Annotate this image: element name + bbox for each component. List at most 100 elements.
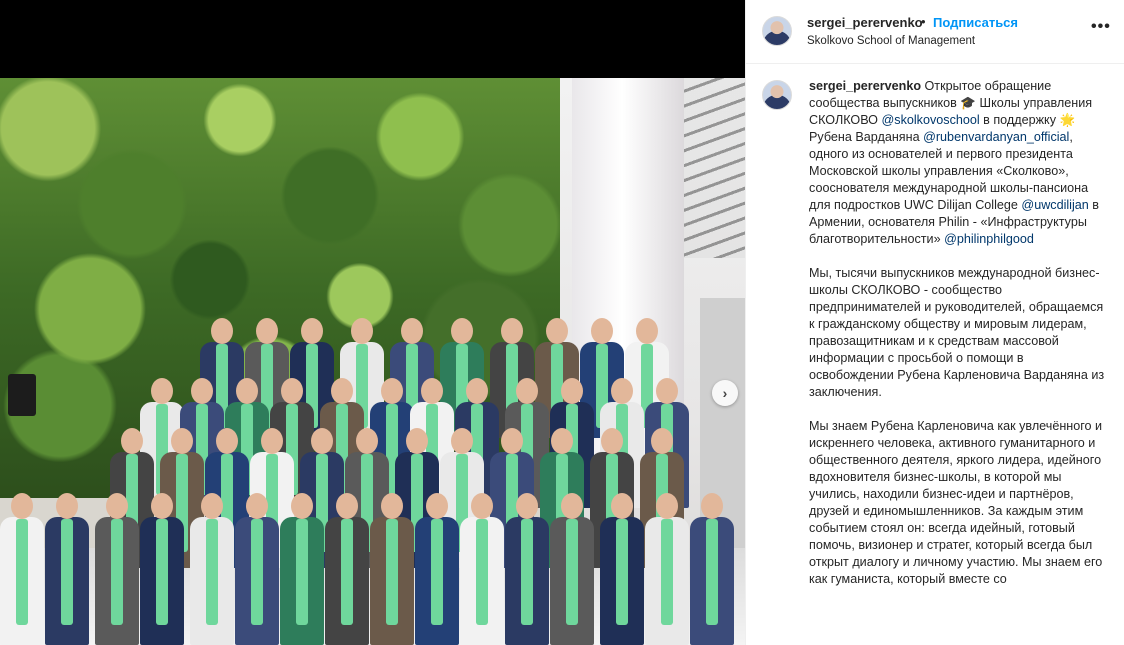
person-head — [701, 493, 723, 519]
person-head — [561, 378, 583, 404]
green-scarf — [251, 519, 263, 626]
mention-link[interactable]: @skolkovoschool — [881, 113, 979, 127]
person-head — [281, 378, 303, 404]
person-head — [561, 493, 583, 519]
mention-link[interactable]: @philinphilgood — [944, 232, 1034, 246]
green-scarf — [61, 519, 73, 626]
post-header: sergei_perervenko • Подписаться Skolkovo… — [746, 0, 1124, 64]
person-head — [151, 493, 173, 519]
person-head — [201, 493, 223, 519]
person-head — [256, 318, 278, 344]
mention-link[interactable]: @rubenvardanyan_official — [923, 130, 1069, 144]
person — [140, 493, 184, 645]
post-photo[interactable] — [0, 78, 745, 645]
person-head — [591, 318, 613, 344]
chevron-right-icon[interactable]: › — [712, 380, 738, 406]
person-head — [301, 318, 323, 344]
green-scarf — [111, 519, 123, 626]
person — [415, 493, 459, 645]
person — [280, 493, 324, 645]
caption-paragraph-1-body: Открытое обращение сообщества выпускнико… — [809, 79, 1099, 246]
person-head — [656, 378, 678, 404]
person-head — [406, 428, 428, 454]
person-head — [401, 318, 423, 344]
person — [325, 493, 369, 645]
person-head — [236, 378, 258, 404]
green-scarf — [206, 519, 218, 626]
separator-dot: • — [921, 14, 926, 29]
person-head — [551, 428, 573, 454]
person-head — [611, 378, 633, 404]
person-head — [216, 428, 238, 454]
green-scarf — [661, 519, 673, 626]
person-head — [466, 378, 488, 404]
person-head — [331, 378, 353, 404]
person — [235, 493, 279, 645]
person-head — [451, 428, 473, 454]
caption-text: sergei_perervenko Открытое обращение соо… — [809, 78, 1109, 605]
person — [370, 493, 414, 645]
green-scarf — [386, 519, 398, 626]
green-scarf — [156, 519, 168, 626]
person-head — [636, 318, 658, 344]
person-head — [421, 378, 443, 404]
green-scarf — [476, 519, 488, 626]
person-head — [246, 493, 268, 519]
person-head — [611, 493, 633, 519]
person-head — [211, 318, 233, 344]
post-side-panel: sergei_perervenko • Подписаться Skolkovo… — [745, 0, 1124, 645]
person-head — [601, 428, 623, 454]
person — [690, 493, 734, 645]
avatar[interactable] — [762, 16, 792, 46]
person — [505, 493, 549, 645]
green-scarf — [341, 519, 353, 626]
green-scarf — [521, 519, 533, 626]
person — [0, 493, 44, 645]
person-head — [381, 378, 403, 404]
caption-avatar[interactable] — [762, 80, 792, 110]
person-head — [261, 428, 283, 454]
photo-pane: › — [0, 0, 745, 645]
person-head — [56, 493, 78, 519]
person-head — [171, 428, 193, 454]
person-head — [501, 318, 523, 344]
person-head — [426, 493, 448, 519]
person — [600, 493, 644, 645]
green-scarf — [296, 519, 308, 626]
person-head — [516, 493, 538, 519]
person — [645, 493, 689, 645]
person-head — [11, 493, 33, 519]
person-head — [656, 493, 678, 519]
person — [45, 493, 89, 645]
caption-paragraph-3: Мы знаем Рубена Карленовича как увлечённ… — [809, 419, 1103, 586]
person-head — [151, 378, 173, 404]
person-head — [351, 318, 373, 344]
person-head — [311, 428, 333, 454]
person-head — [471, 493, 493, 519]
ceiling-slats — [675, 78, 745, 258]
follow-button[interactable]: Подписаться — [933, 15, 1018, 30]
person-head — [191, 378, 213, 404]
person-head — [516, 378, 538, 404]
more-horizontal-icon[interactable]: ••• — [1091, 18, 1111, 36]
caption-paragraph-1: sergei_perervenko Открытое обращение соо… — [809, 78, 1109, 248]
green-scarf — [431, 519, 443, 626]
person — [95, 493, 139, 645]
person-head — [546, 318, 568, 344]
person — [190, 493, 234, 645]
caption-username-link[interactable]: sergei_perervenko — [809, 79, 921, 93]
caption-paragraph-2: Мы, тысячи выпускников международной биз… — [809, 266, 1105, 399]
mention-link[interactable]: @uwcdilijan — [1021, 198, 1088, 212]
person — [460, 493, 504, 645]
person-head — [451, 318, 473, 344]
green-scarf — [706, 519, 718, 626]
person-head — [381, 493, 403, 519]
person-head — [651, 428, 673, 454]
person-head — [121, 428, 143, 454]
person-head — [501, 428, 523, 454]
person-head — [356, 428, 378, 454]
speaker — [8, 374, 36, 416]
location-link[interactable]: Skolkovo School of Management — [807, 35, 975, 47]
username-link[interactable]: sergei_perervenko — [807, 15, 923, 30]
person-head — [106, 493, 128, 519]
